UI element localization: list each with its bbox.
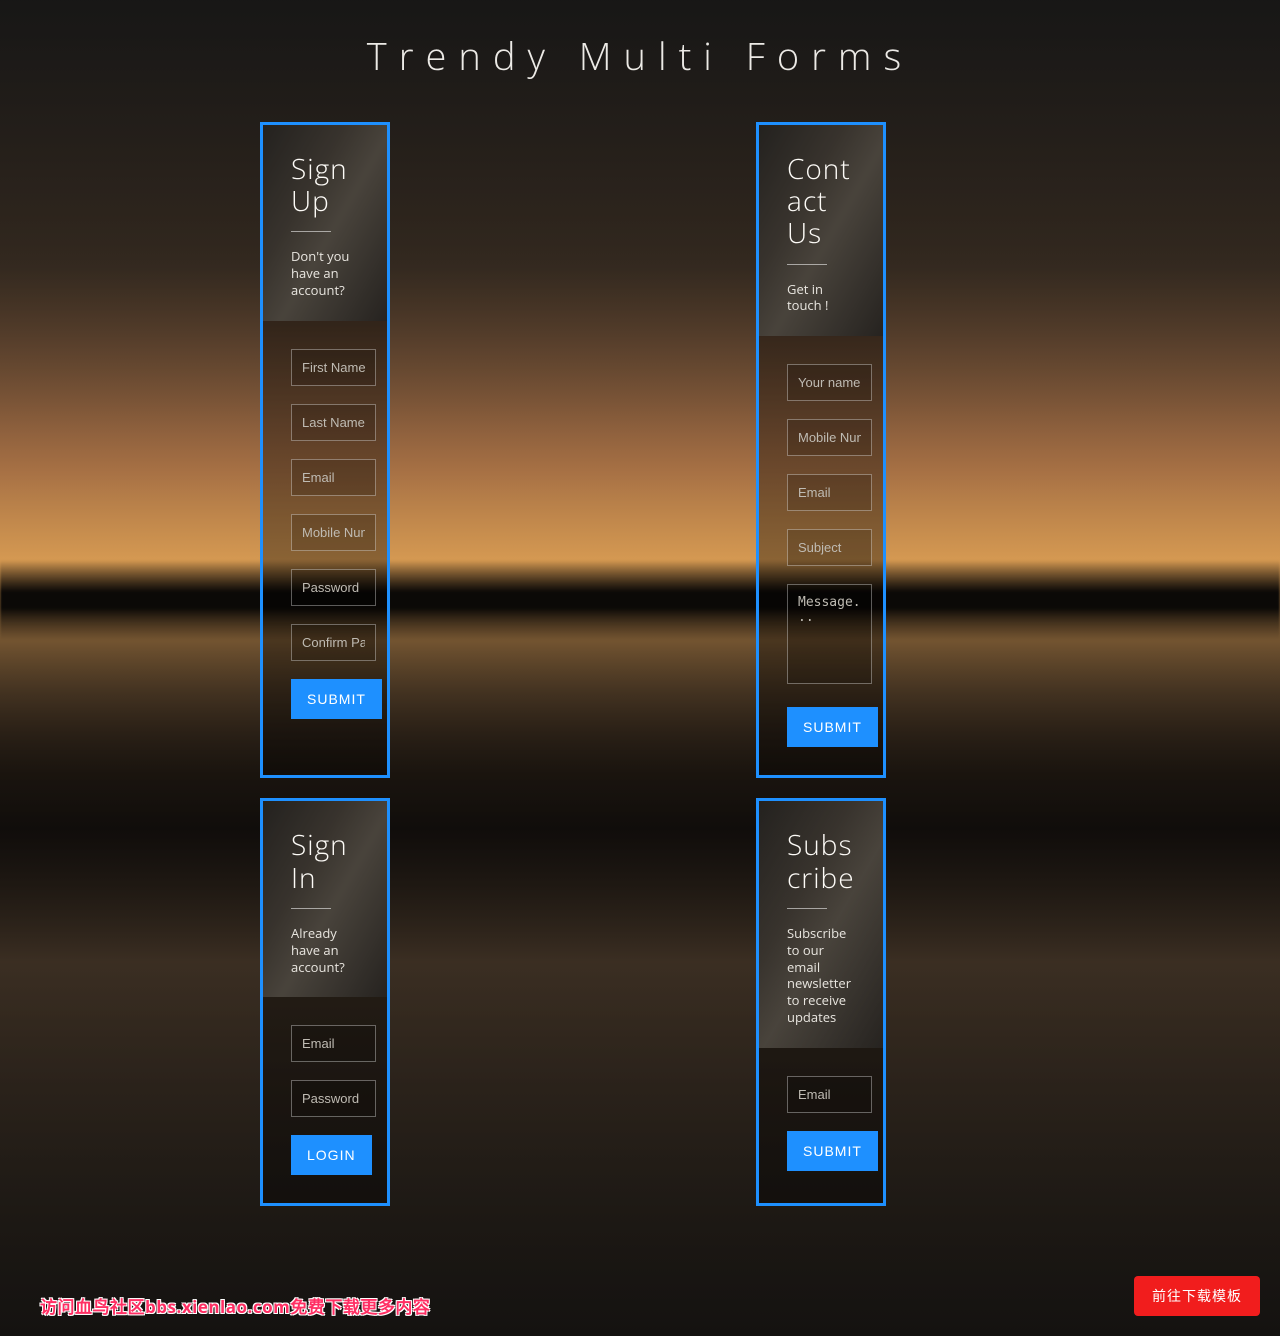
divider xyxy=(787,908,827,909)
contact-header: Contact Us Get in touch ! xyxy=(759,125,883,336)
subscribe-email-input[interactable] xyxy=(787,1076,872,1113)
signup-submit-button[interactable]: SUBMIT xyxy=(291,679,382,719)
download-template-button[interactable]: 前往下载模板 xyxy=(1134,1276,1260,1316)
watermark-text: 访问血鸟社区bbs.xienlao.com免费下载更多内容 xyxy=(40,1293,430,1318)
signin-body: LOGIN xyxy=(263,997,387,1203)
page-title: Trendy Multi Forms xyxy=(0,30,1280,82)
signup-title: Sign Up xyxy=(291,153,359,217)
subscribe-submit-button[interactable]: SUBMIT xyxy=(787,1131,878,1171)
signin-submit-button[interactable]: LOGIN xyxy=(291,1135,372,1175)
signin-card: Sign In Already have an account? LOGIN xyxy=(260,798,390,1206)
divider xyxy=(787,264,827,265)
divider xyxy=(291,231,331,232)
subscribe-subtitle: Subscribe to our email newsletter to rec… xyxy=(787,925,855,1026)
forms-grid: Sign Up Don't you have an account? SUBMI… xyxy=(260,122,1020,1206)
contact-card: Contact Us Get in touch ! SUBMIT xyxy=(756,122,886,778)
first-name-input[interactable] xyxy=(291,349,376,386)
contact-email-input[interactable] xyxy=(787,474,872,511)
last-name-input[interactable] xyxy=(291,404,376,441)
contact-name-input[interactable] xyxy=(787,364,872,401)
confirm-password-input[interactable] xyxy=(291,624,376,661)
signup-card: Sign Up Don't you have an account? SUBMI… xyxy=(260,122,390,778)
contact-body: SUBMIT xyxy=(759,336,883,775)
signup-password-input[interactable] xyxy=(291,569,376,606)
signup-email-input[interactable] xyxy=(291,459,376,496)
signup-body: SUBMIT xyxy=(263,321,387,747)
signin-email-input[interactable] xyxy=(291,1025,376,1062)
signin-password-input[interactable] xyxy=(291,1080,376,1117)
subscribe-title: Subscribe xyxy=(787,829,855,893)
signup-header: Sign Up Don't you have an account? xyxy=(263,125,387,321)
subscribe-header: Subscribe Subscribe to our email newslet… xyxy=(759,801,883,1048)
signin-title: Sign In xyxy=(291,829,359,893)
signin-subtitle: Already have an account? xyxy=(291,925,359,976)
contact-title: Contact Us xyxy=(787,153,855,250)
divider xyxy=(291,908,331,909)
signin-header: Sign In Already have an account? xyxy=(263,801,387,997)
contact-subject-input[interactable] xyxy=(787,529,872,566)
contact-submit-button[interactable]: SUBMIT xyxy=(787,707,878,747)
signup-subtitle: Don't you have an account? xyxy=(291,248,359,299)
signup-mobile-input[interactable] xyxy=(291,514,376,551)
subscribe-card: Subscribe Subscribe to our email newslet… xyxy=(756,798,886,1206)
contact-subtitle: Get in touch ! xyxy=(787,281,855,315)
page-container: Trendy Multi Forms Sign Up Don't you hav… xyxy=(0,0,1280,1266)
contact-message-input[interactable] xyxy=(787,584,872,684)
contact-mobile-input[interactable] xyxy=(787,419,872,456)
subscribe-body: SUBMIT xyxy=(759,1048,883,1199)
